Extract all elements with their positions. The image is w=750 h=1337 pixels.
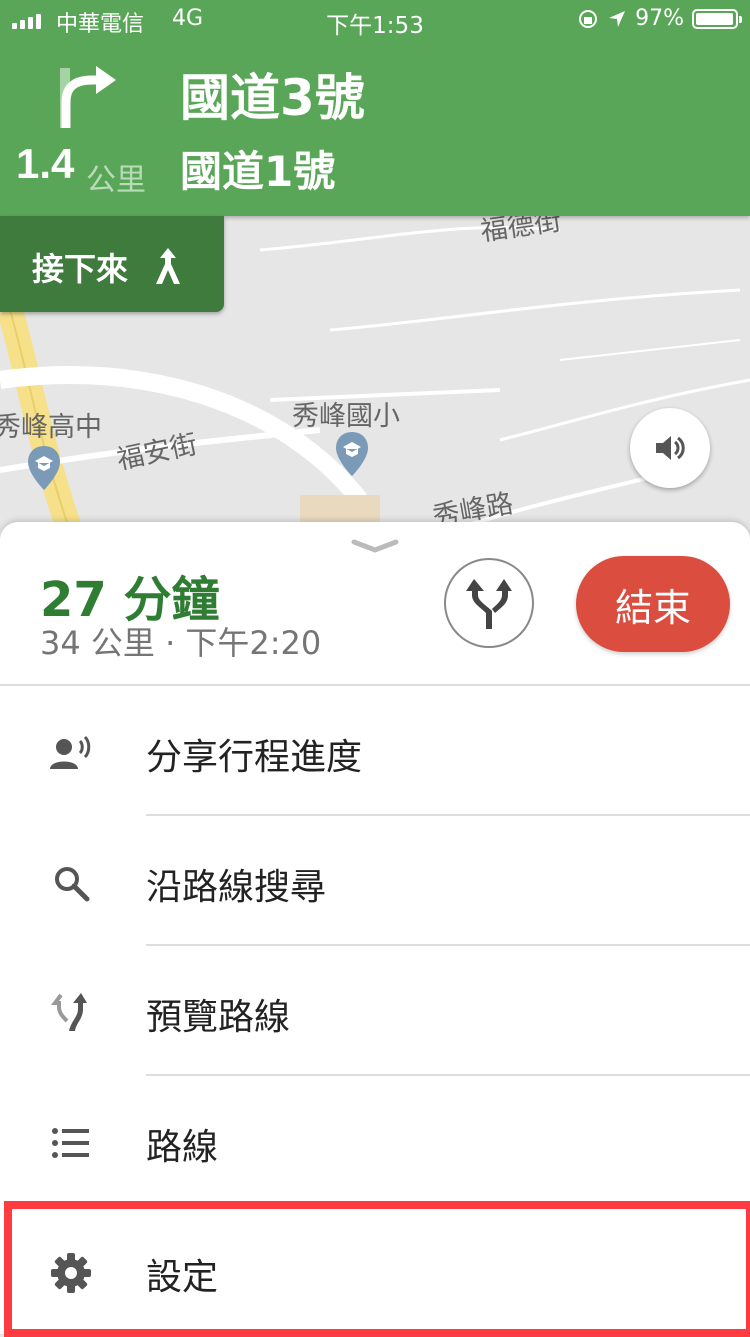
menu-item-settings[interactable]: 設定 [0, 1208, 750, 1336]
alternate-routes-icon [466, 579, 512, 629]
battery-percent: 97% [635, 6, 684, 31]
menu-item-search-along-route[interactable]: 沿路線搜尋 [0, 818, 750, 946]
distance-value: 1.4 [16, 140, 75, 187]
battery-icon [692, 8, 742, 29]
divider [146, 814, 750, 816]
share-location-icon [50, 735, 91, 769]
status-bar: 中華電信 4G 下午1:53 97% [0, 0, 750, 40]
school-pin-icon[interactable] [26, 444, 62, 492]
eta-details: 34 公里 · 下午2:20 [40, 624, 322, 662]
menu-item-directions-list[interactable]: 路線 [0, 1078, 750, 1206]
divider [146, 944, 750, 946]
distance-unit: 公里 [86, 163, 146, 198]
primary-road-name: 國道3號 [180, 69, 365, 127]
map-school-label: 秀峰高中 [0, 412, 102, 443]
school-pin-icon[interactable] [334, 430, 370, 478]
search-icon [55, 867, 90, 902]
map-school-label: 秀峰國小 [292, 401, 400, 432]
menu-item-route-preview[interactable]: 預覽路線 [0, 948, 750, 1076]
secondary-road-name: 國道1號 [180, 147, 336, 196]
route-preview-icon [51, 993, 87, 1031]
turn-right-icon [60, 66, 116, 128]
volume-icon [656, 436, 685, 460]
route-options-button[interactable] [444, 558, 534, 648]
menu-item-label: 分享行程進度 [146, 737, 363, 778]
then-chip[interactable]: 接下來 [0, 216, 224, 312]
end-navigation-button[interactable]: 結束 [576, 556, 730, 652]
menu-item-label: 路線 [146, 1127, 219, 1168]
gear-icon [51, 1253, 91, 1293]
menu-item-label: 預覽路線 [146, 997, 291, 1038]
list-icon [52, 1128, 89, 1158]
fork-icon [156, 248, 180, 284]
then-label: 接下來 [32, 250, 129, 288]
rotation-lock-icon [579, 9, 598, 28]
sound-button[interactable] [630, 408, 710, 488]
divider [146, 1074, 750, 1076]
divider [146, 1204, 750, 1206]
location-arrow-icon [609, 10, 626, 27]
menu-item-label: 設定 [146, 1257, 219, 1298]
divider [0, 684, 750, 686]
menu-item-label: 沿路線搜尋 [146, 867, 327, 908]
bottom-sheet[interactable]: 27 分鐘 34 公里 · 下午2:20 結束 分享行程進度 沿路線搜尋 預覽路… [0, 522, 750, 1334]
menu-item-share-progress[interactable]: 分享行程進度 [0, 688, 750, 816]
chevron-down-icon[interactable] [350, 536, 400, 556]
